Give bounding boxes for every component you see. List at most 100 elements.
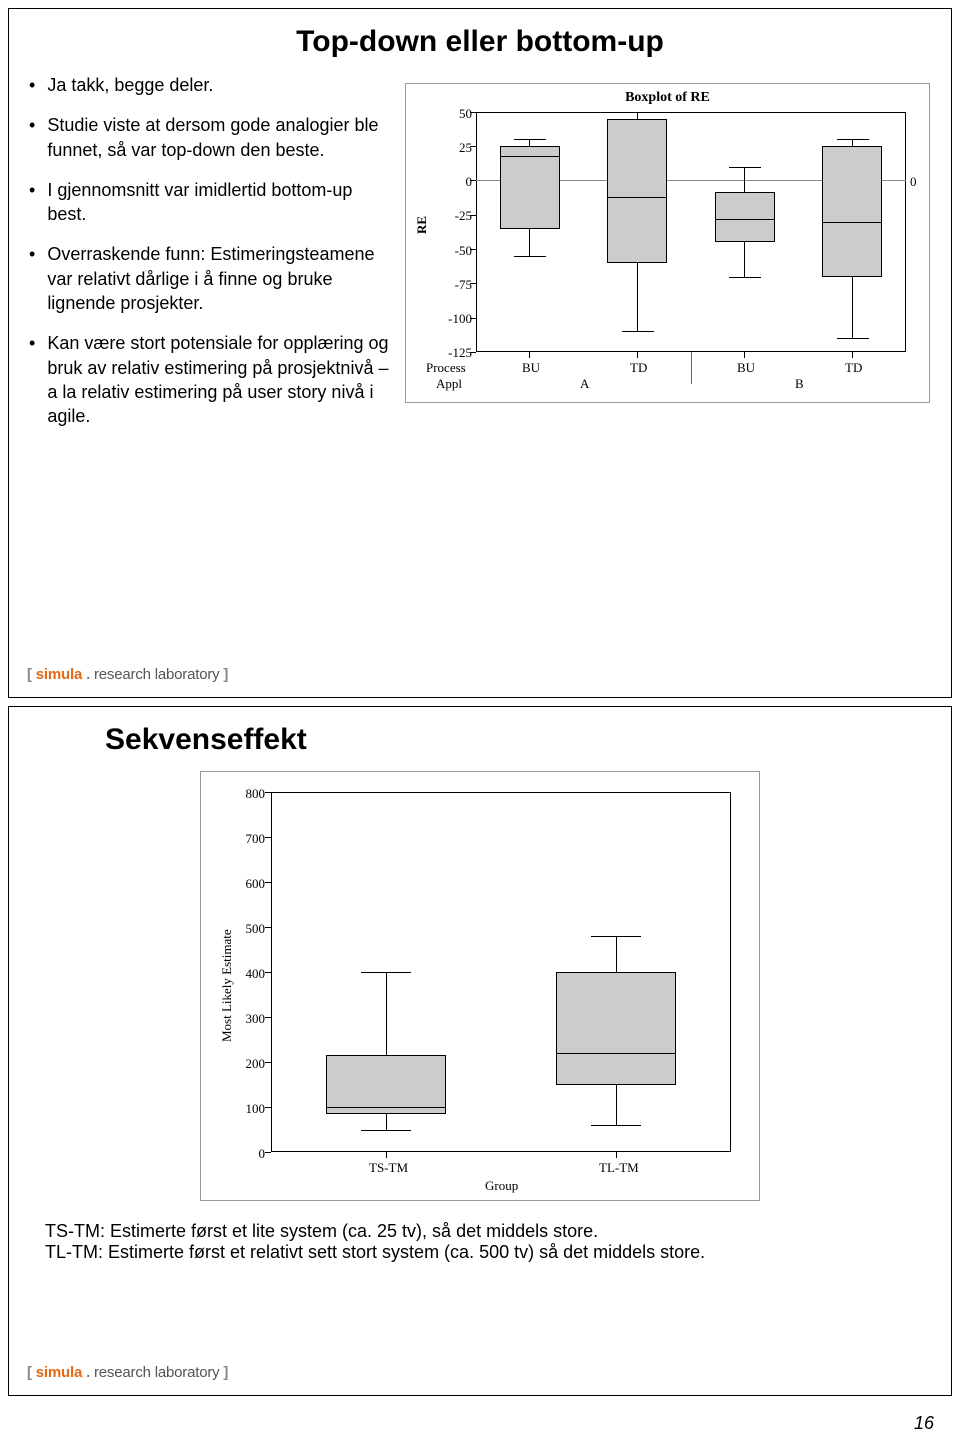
cap — [622, 331, 654, 332]
tick — [529, 352, 530, 358]
ytick: 300 — [233, 1011, 265, 1027]
tick — [616, 1152, 617, 1158]
ytick: 100 — [233, 1101, 265, 1117]
ytick: 0 — [442, 174, 472, 190]
whisker — [529, 229, 530, 256]
cap — [591, 936, 641, 937]
whisker — [529, 139, 530, 146]
chart-boxplot-group: Most Likely Estimate 800 700 600 500 400… — [200, 771, 760, 1201]
whisker — [852, 277, 853, 338]
cap — [837, 338, 869, 339]
brand-footer: [ simula . research laboratory ] — [27, 1364, 228, 1381]
whisker — [616, 936, 617, 972]
whisker — [386, 1114, 387, 1130]
chart1-title: Boxplot of RE — [406, 90, 929, 106]
median — [556, 1053, 676, 1054]
ytick: 50 — [442, 106, 472, 122]
ytick: 400 — [233, 966, 265, 982]
median — [822, 222, 882, 223]
median — [500, 156, 560, 157]
tick — [637, 352, 638, 358]
xtick: TD — [845, 360, 862, 376]
ytick: -100 — [442, 311, 472, 327]
chart-boxplot-re: Boxplot of RE RE 50 25 0 -25 -50 -75 -10… — [405, 83, 930, 403]
tick — [265, 882, 271, 883]
whisker — [852, 139, 853, 146]
tick — [386, 1152, 387, 1158]
tick — [470, 318, 476, 319]
xtick: A — [580, 376, 589, 392]
tick — [470, 283, 476, 284]
xtick: B — [795, 376, 804, 392]
cap — [837, 139, 869, 140]
box-ts-tm — [326, 1055, 446, 1114]
tick — [265, 1152, 271, 1153]
ytick: 0 — [233, 1146, 265, 1162]
x-row-label: Appl — [436, 376, 462, 392]
ytick: -125 — [442, 345, 472, 361]
cap — [729, 277, 761, 278]
bullet: Studie viste at dersom gode analogier bl… — [47, 113, 395, 162]
tick — [852, 352, 853, 358]
bullet: Kan være stort potensiale for opplæring … — [47, 331, 395, 428]
page-number: 16 — [914, 1413, 934, 1434]
median — [326, 1107, 446, 1108]
ytick: 600 — [233, 876, 265, 892]
box-a-bu — [500, 146, 560, 229]
box-b-bu — [715, 192, 775, 242]
whisker — [637, 263, 638, 331]
xtick: BU — [522, 360, 540, 376]
box-a-td — [607, 119, 667, 263]
tick — [265, 1062, 271, 1063]
ytick: 800 — [233, 786, 265, 802]
median — [715, 219, 775, 220]
cap — [361, 972, 411, 973]
tick — [265, 792, 271, 793]
tick — [470, 112, 476, 113]
tick — [470, 352, 476, 353]
median — [607, 197, 667, 198]
ytick: 25 — [442, 140, 472, 156]
cap — [514, 256, 546, 257]
xtick: BU — [737, 360, 755, 376]
x-row-label: Process — [426, 360, 466, 376]
tick — [470, 215, 476, 216]
whisker — [744, 167, 745, 192]
cap — [729, 167, 761, 168]
bullet: I gjennomsnitt var imidlertid bottom-up … — [47, 178, 395, 227]
xtick: TS-TM — [369, 1160, 408, 1176]
xtick: TL-TM — [599, 1160, 639, 1176]
slide2-title: Sekvenseffekt — [105, 723, 935, 757]
ytick: 700 — [233, 831, 265, 847]
chart2-xlabel: Group — [485, 1178, 518, 1194]
tick — [265, 927, 271, 928]
tick — [265, 972, 271, 973]
brand-footer: [ simula . research laboratory ] — [27, 666, 228, 683]
chart1-right-label: 0 — [910, 174, 924, 190]
slide1-title: Top-down eller bottom-up — [25, 25, 935, 59]
tick — [265, 1017, 271, 1018]
bullet: Overraskende funn: Estimeringsteamene va… — [47, 242, 395, 315]
cap — [591, 1125, 641, 1126]
slide1-columns: Ja takk, begge deler. Studie viste at de… — [25, 73, 935, 445]
whisker — [637, 112, 638, 119]
bullet: Ja takk, begge deler. — [47, 73, 213, 97]
whisker — [616, 1085, 617, 1125]
tick — [470, 146, 476, 147]
tick — [470, 249, 476, 250]
whisker — [744, 242, 745, 277]
slide-2: Sekvenseffekt Most Likely Estimate 800 7… — [8, 706, 952, 1396]
slide2-caption: TS-TM: Estimerte først et lite system (c… — [45, 1221, 915, 1263]
group-line — [691, 352, 692, 384]
caption-line: TL-TM: Estimerte først et relativt sett … — [45, 1242, 915, 1263]
ytick: 200 — [233, 1056, 265, 1072]
cap — [361, 1130, 411, 1131]
tick — [265, 837, 271, 838]
ytick: -25 — [442, 208, 472, 224]
tick — [265, 1107, 271, 1108]
caption-line: TS-TM: Estimerte først et lite system (c… — [45, 1221, 915, 1242]
ytick: -75 — [442, 277, 472, 293]
ytick: 500 — [233, 921, 265, 937]
box-b-td — [822, 146, 882, 277]
cap — [514, 139, 546, 140]
